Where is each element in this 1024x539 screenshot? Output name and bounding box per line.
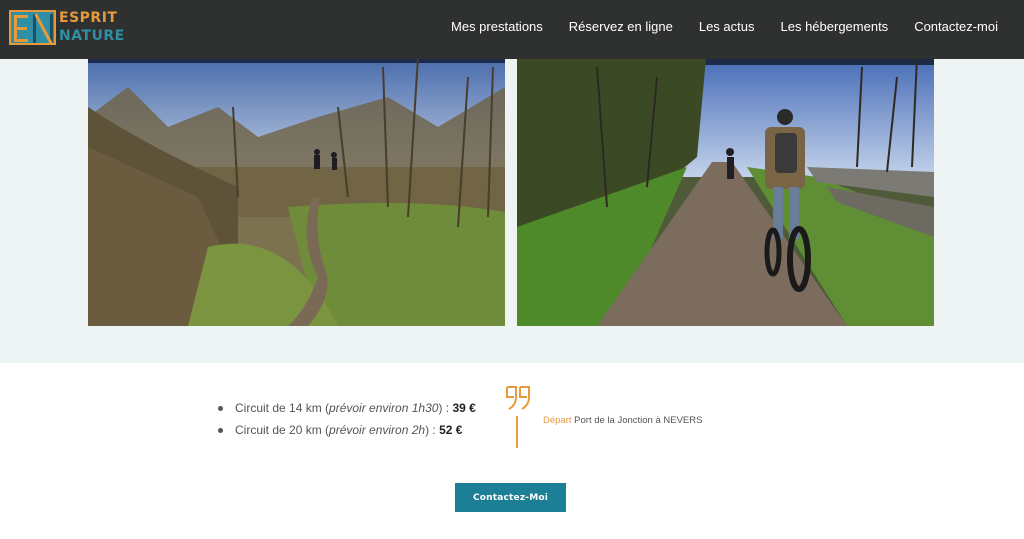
site-header: ESPRIT NATURE Mes prestations Réservez e… — [0, 0, 1024, 59]
contact-button[interactable]: Contactez-Moi — [455, 483, 566, 512]
quote-icon — [506, 386, 530, 410]
photo-towpath-rider — [517, 47, 934, 326]
price-list: Circuit de 14 km (prévoir environ 1h30) … — [218, 397, 476, 441]
logo-line-2: NATURE — [59, 28, 125, 44]
duration-note: prévoir environ 1h30 — [329, 401, 439, 415]
logo-mark-icon — [9, 10, 56, 45]
departure-location: Port de la Jonction à NEVERS — [571, 415, 703, 426]
price-value: 52 € — [439, 423, 463, 437]
site-logo[interactable]: ESPRIT NATURE — [9, 10, 125, 46]
nav-item-hebergements[interactable]: Les hébergements — [781, 19, 889, 34]
departure-label: Départ — [543, 415, 572, 426]
price-value: 39 € — [452, 401, 476, 415]
nav-item-contact[interactable]: Contactez-moi — [914, 19, 998, 34]
departure-info: Départ Port de la Jonction à NEVERS — [543, 415, 702, 426]
list-item: Circuit de 20 km (prévoir environ 2h) : … — [218, 419, 476, 441]
circuit-details: Circuit de 14 km (prévoir environ 1h30) … — [0, 363, 1024, 539]
nav-item-reservez[interactable]: Réservez en ligne — [569, 19, 673, 34]
logo-line-1: ESPRIT — [59, 10, 118, 26]
duration-note: prévoir environ 2h — [329, 423, 426, 437]
quote-divider — [516, 416, 518, 448]
photo-trail-riders — [88, 47, 505, 326]
nav-item-prestations[interactable]: Mes prestations — [451, 19, 543, 34]
list-item: Circuit de 14 km (prévoir environ 1h30) … — [218, 397, 476, 419]
nav-item-actus[interactable]: Les actus — [699, 19, 755, 34]
main-nav: Mes prestations Réservez en ligne Les ac… — [451, 19, 998, 34]
